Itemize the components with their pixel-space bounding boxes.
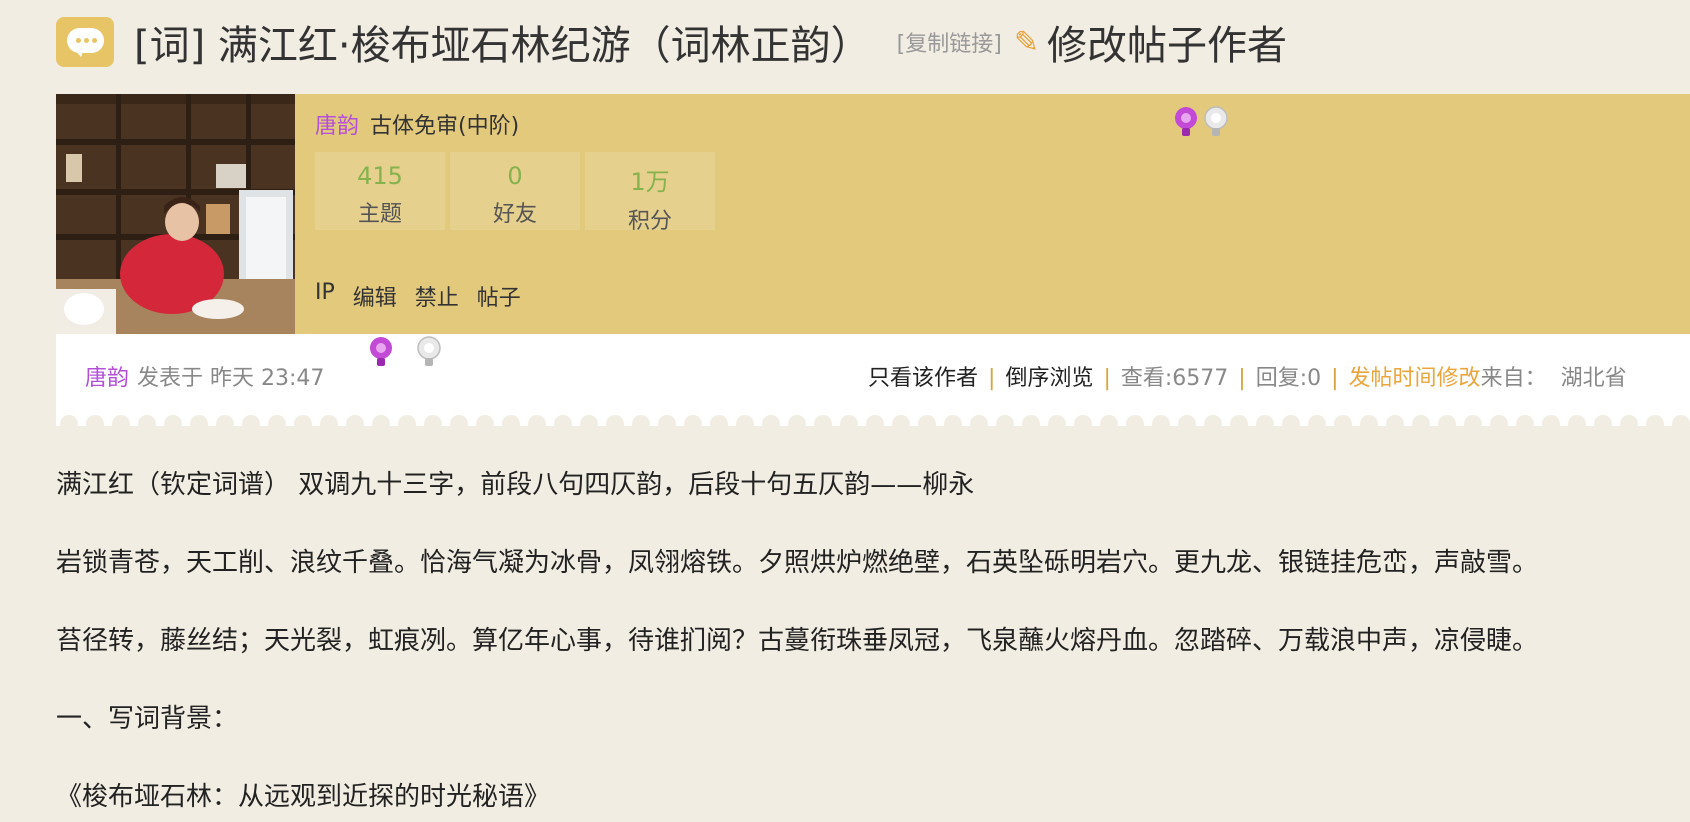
author-line: 唐韵 古体免审(中阶) [315,108,519,140]
only-author-link[interactable]: 只看该作者 [868,366,978,391]
stat-friends-label: 好友 [492,202,537,227]
pencil-icon[interactable]: ✎ [1014,25,1039,60]
content-line: 岩锁青苍，天工削、浪纹千叠。恰海气凝为冰骨，凤翎熔铁。夕照烘炉燃绝壁，石英坠砾明… [56,548,1539,578]
edit-user-link[interactable]: 编辑 [353,280,397,312]
scallop-border [56,410,1690,426]
from-location: 湖北省 [1560,366,1627,391]
purple-medal-icon[interactable] [368,336,394,372]
copy-link-button[interactable]: [复制链接] [897,26,1002,58]
author-rank: 古体免审(中阶) [370,114,520,139]
stat-threads-label: 主题 [357,202,402,227]
chat-bubble-icon [56,17,114,67]
view-count: 查看:6577 [1120,366,1229,391]
content-line: 一、写词背景： [56,704,239,734]
stat-friends[interactable]: 0 好友 [450,152,580,230]
stat-points-label: 积分 [627,209,672,234]
post-meta-right: 只看该作者 | 倒序浏览 | 查看:6577 | 回复:0 | 发帖时间修改来自： 湖北省 [868,360,1627,392]
modify-time-link[interactable]: 发帖时间修改 [1349,366,1481,391]
separator: | [1103,366,1111,391]
author-name-link[interactable]: 唐韵 [315,114,359,139]
content-line: 满江红（钦定词谱） 双调九十三字，前段八句四仄韵，后段十句五仄韵——柳永 [56,470,975,500]
admin-links: IP 编辑 禁止 帖子 [315,280,521,312]
reverse-order-link[interactable]: 倒序浏览 [1005,366,1093,391]
post-meta-left: 唐韵 发表于 昨天 23:47 [85,360,324,392]
separator: | [1238,366,1246,391]
reply-count: 回复:0 [1255,366,1322,391]
from-label: 来自： [1480,366,1547,391]
ip-link[interactable]: IP [315,280,335,312]
separator: | [988,366,996,391]
stat-threads-value: 415 [357,162,403,190]
user-posts-link[interactable]: 帖子 [477,280,521,312]
stat-points-value: 1万 [630,168,670,196]
content-line: 苔径转，藤丝结；天光裂，虹痕冽。算亿年心事，待谁扪阅？古蔓衔珠垂凤冠，飞泉蘸火熔… [56,626,1539,656]
meta-medal-row [368,336,442,372]
stat-friends-value: 0 [507,162,523,190]
silver-medal-icon[interactable] [1203,106,1229,142]
purple-medal-icon[interactable] [1173,106,1199,142]
avatar[interactable] [56,94,295,334]
post-content: 满江红（钦定词谱） 双调九十三字，前段八句四仄韵，后段十句五仄韵——柳永 岩锁青… [56,465,1676,817]
edit-author-link[interactable]: 修改帖子作者 [1047,13,1287,71]
separator: | [1331,366,1339,391]
thread-title: [词] 满江红·梭布垭石林纪游（词林正韵） [134,23,871,69]
post-time: 发表于 昨天 23:47 [137,366,325,391]
title-bar: [词] 满江红·梭布垭石林纪游（词林正韵） [复制链接] ✎ 修改帖子作者 [56,13,1287,71]
silver-medal-icon[interactable] [416,336,442,372]
post-meta-bar: 唐韵 发表于 昨天 23:47 只看该作者 | 倒序浏览 | 查看:6577 | 回复:0 | 发… [56,334,1690,426]
meta-author-link[interactable]: 唐韵 [85,366,129,391]
medal-row [1173,106,1229,142]
content-line: 《梭布垭石林：从远观到近探的时光秘语》 [56,782,551,812]
stat-points[interactable]: 1万 积分 [585,152,715,234]
author-panel: 唐韵 古体免审(中阶) 415 主题 0 好友 1万 积分 IP 编辑 禁止 帖… [56,94,1690,334]
stat-threads[interactable]: 415 主题 [315,152,445,230]
ban-user-link[interactable]: 禁止 [415,280,459,312]
